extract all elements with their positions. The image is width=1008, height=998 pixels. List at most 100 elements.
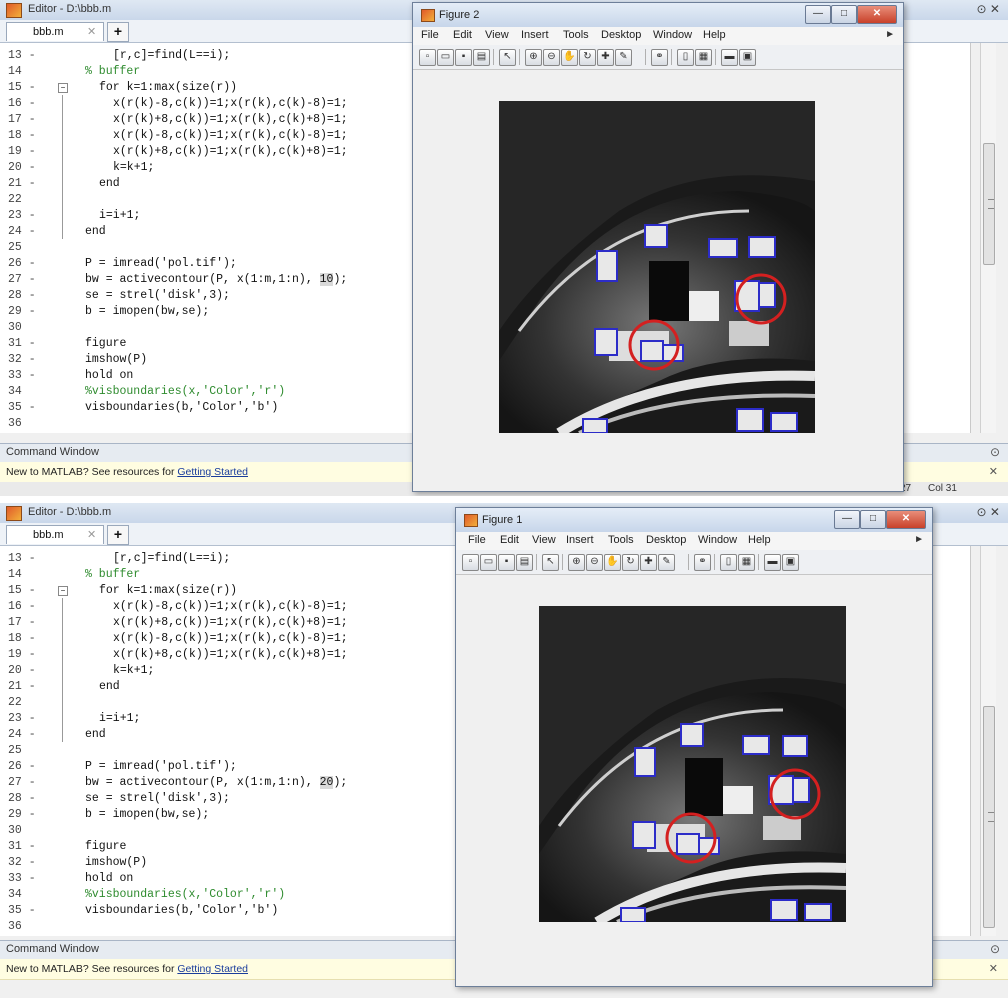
code-token: visboundaries(b,'Color','b') — [85, 401, 279, 414]
menu-tools[interactable]: Tools — [608, 534, 634, 546]
pan-icon[interactable]: ✋ — [561, 49, 578, 66]
menu-file[interactable]: File — [421, 29, 439, 41]
command-window-actions-icon[interactable]: ⊙ — [990, 942, 1000, 956]
code-token: P = imread('pol.tif'); — [85, 760, 237, 773]
editor-scrollbar-thumb[interactable] — [983, 143, 995, 265]
editor-scrollbar[interactable] — [980, 546, 996, 936]
hide-plot-tools-icon[interactable]: ▬ — [721, 49, 738, 66]
getting-started-link[interactable]: Getting Started — [177, 963, 248, 975]
print-icon[interactable]: ▤ — [516, 554, 533, 571]
show-plot-tools-icon[interactable]: ▣ — [739, 49, 756, 66]
brush-icon[interactable]: ✎ — [615, 49, 632, 66]
getting-started-link[interactable]: Getting Started — [177, 466, 248, 478]
menu-desktop[interactable]: Desktop — [601, 29, 641, 41]
legend-icon[interactable]: ▦ — [738, 554, 755, 571]
minimize-button[interactable]: — — [805, 5, 831, 24]
zoom-in-icon[interactable]: ⊕ — [568, 554, 585, 571]
editor-scrollbar-thumb[interactable] — [983, 706, 995, 928]
menu-edit[interactable]: Edit — [500, 534, 519, 546]
editor-scrollbar[interactable] — [980, 43, 996, 433]
code-token: x(r(k)+8,c(k))=1;x(r(k),c(k)+8)=1; — [113, 648, 348, 661]
code-token: x(r(k)+8,c(k))=1;x(r(k),c(k)+8)=1; — [113, 113, 348, 126]
close-info-icon[interactable]: ✕ — [989, 962, 998, 975]
menu-view[interactable]: View — [485, 29, 509, 41]
code-token: figure — [85, 840, 127, 853]
code-token: x(r(k)-8,c(k))=1;x(r(k),c(k)-8)=1; — [113, 97, 348, 110]
menu-window[interactable]: Window — [698, 534, 737, 546]
data-cursor-icon[interactable]: ✚ — [597, 49, 614, 66]
close-info-icon[interactable]: ✕ — [989, 465, 998, 478]
brush-icon[interactable]: ✎ — [658, 554, 675, 571]
pan-icon[interactable]: ✋ — [604, 554, 621, 571]
zoom-out-icon[interactable]: ⊖ — [586, 554, 603, 571]
colorbar-icon[interactable]: ▯ — [720, 554, 737, 571]
hide-plot-tools-icon[interactable]: ▬ — [764, 554, 781, 571]
menu-file[interactable]: File — [468, 534, 486, 546]
maximize-button[interactable]: □ — [860, 510, 886, 529]
pointer-icon[interactable]: ↖ — [542, 554, 559, 571]
menu-tools[interactable]: Tools — [563, 29, 589, 41]
code-token: end — [99, 177, 120, 190]
open-folder-icon[interactable]: ▭ — [480, 554, 497, 571]
editor-window-controls[interactable]: ⊙ ✕ — [977, 2, 1000, 16]
toolbar-separator — [536, 554, 537, 570]
save-icon[interactable]: ▪ — [498, 554, 515, 571]
close-tab-icon[interactable]: ✕ — [87, 25, 96, 38]
maximize-button[interactable]: □ — [831, 5, 857, 24]
rotate-3d-icon[interactable]: ↻ — [622, 554, 639, 571]
new-tab-button[interactable]: + — [107, 22, 129, 42]
code-token: [r,c]=find(L==i); — [113, 552, 231, 565]
editor-file-tab[interactable]: bbb.m ✕ — [6, 525, 104, 544]
new-file-icon[interactable]: ▫ — [462, 554, 479, 571]
scrollbar-grip-icon — [988, 199, 994, 209]
code-token: hold on — [85, 872, 134, 885]
menu-edit[interactable]: Edit — [453, 29, 472, 41]
menu-overflow-icon[interactable]: ► — [914, 534, 924, 545]
code-token: x(r(k)-8,c(k))=1;x(r(k),c(k)-8)=1; — [113, 129, 348, 142]
legend-icon[interactable]: ▦ — [695, 49, 712, 66]
close-tab-icon[interactable]: ✕ — [87, 528, 96, 541]
colorbar-icon[interactable]: ▯ — [677, 49, 694, 66]
status-col: Col 31 — [928, 483, 957, 494]
zoom-in-icon[interactable]: ⊕ — [525, 49, 542, 66]
toolbar-separator — [519, 49, 520, 65]
menu-view[interactable]: View — [532, 534, 556, 546]
code-token: se = strel('disk',3); — [85, 792, 230, 805]
link-icon[interactable]: ⚭ — [651, 49, 668, 66]
command-window-actions-icon[interactable]: ⊙ — [990, 445, 1000, 459]
open-folder-icon[interactable]: ▭ — [437, 49, 454, 66]
menu-insert[interactable]: Insert — [566, 534, 594, 546]
code-token: imshow(P) — [85, 353, 148, 366]
menu-desktop[interactable]: Desktop — [646, 534, 686, 546]
new-file-icon[interactable]: ▫ — [419, 49, 436, 66]
menu-help[interactable]: Help — [703, 29, 726, 41]
code-token: ); — [333, 776, 348, 789]
menu-window[interactable]: Window — [653, 29, 692, 41]
new-tab-button[interactable]: + — [107, 525, 129, 545]
link-icon[interactable]: ⚭ — [694, 554, 711, 571]
figure-window[interactable]: Figure 1 — □ ✕ File Edit View Insert Too… — [455, 507, 933, 987]
menu-insert[interactable]: Insert — [521, 29, 549, 41]
menu-overflow-icon[interactable]: ► — [885, 29, 895, 40]
close-button[interactable]: ✕ — [857, 5, 897, 24]
menu-help[interactable]: Help — [748, 534, 771, 546]
code-token: P = imread('pol.tif'); — [85, 257, 237, 270]
figure-window[interactable]: Figure 2 — □ ✕ File Edit View Insert Too… — [412, 2, 904, 492]
fold-toggle-icon[interactable]: − — [58, 83, 68, 93]
close-button[interactable]: ✕ — [886, 510, 926, 529]
show-plot-tools-icon[interactable]: ▣ — [782, 554, 799, 571]
code-token: end — [85, 728, 106, 741]
code-token: x(r(k)-8,c(k))=1;x(r(k),c(k)-8)=1; — [113, 632, 348, 645]
minimize-button[interactable]: — — [834, 510, 860, 529]
editor-file-tab[interactable]: bbb.m ✕ — [6, 22, 104, 41]
rotate-3d-icon[interactable]: ↻ — [579, 49, 596, 66]
toolbar-separator — [645, 49, 646, 65]
editor-window-controls[interactable]: ⊙ ✕ — [977, 505, 1000, 519]
code-token: %visboundaries(x,'Color','r') — [85, 888, 286, 901]
save-icon[interactable]: ▪ — [455, 49, 472, 66]
data-cursor-icon[interactable]: ✚ — [640, 554, 657, 571]
fold-toggle-icon[interactable]: − — [58, 586, 68, 596]
pointer-icon[interactable]: ↖ — [499, 49, 516, 66]
zoom-out-icon[interactable]: ⊖ — [543, 49, 560, 66]
print-icon[interactable]: ▤ — [473, 49, 490, 66]
